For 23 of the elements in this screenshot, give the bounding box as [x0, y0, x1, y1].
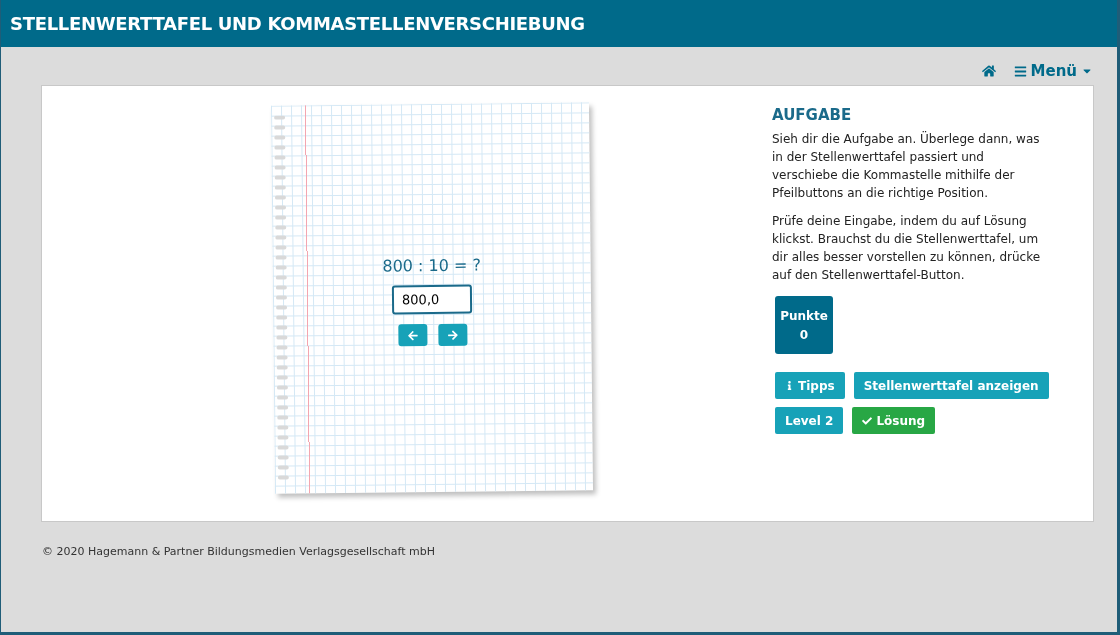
action-button[interactable]: Lösung: [852, 407, 936, 434]
move-right-button[interactable]: [437, 323, 467, 346]
page-title: STELLENWERTTAFEL UND KOMMASTELLENVERSCHIEBUNG: [10, 13, 585, 34]
score-label: Punkte: [780, 308, 828, 323]
arrow-right-icon: [446, 329, 458, 341]
check-icon: [862, 415, 873, 426]
action-button[interactable]: Level 2: [775, 407, 844, 434]
equation: 800 : 10 = ?: [382, 255, 481, 276]
menu-icon: [1013, 64, 1027, 78]
action-button[interactable]: Tipps: [775, 372, 845, 399]
arrow-left-icon: [406, 329, 418, 341]
home-button[interactable]: [981, 64, 996, 78]
task-text: Prüfe deine Eingabe, indem du auf Lösung klickst. Brauchst du die Stellenwerttafel, um dir alles besser vorstellen zu können, drücke auf den Stellenwerttafel-Button.: [772, 213, 1042, 284]
answer-field[interactable]: 800,0: [391, 284, 473, 315]
action-button[interactable]: Stellenwerttafel anzeigen: [853, 372, 1049, 399]
info-icon: [785, 381, 794, 390]
home-icon: [981, 64, 996, 78]
task-heading: AUFGABE: [772, 106, 853, 124]
copyright-text: © 2020 Hagemann & Partner Bildungsmedien Verlagsgesellschaft mbH: [41, 544, 437, 558]
score-value: 0: [799, 327, 809, 342]
menu-button[interactable]: Menü: [1013, 62, 1093, 80]
task-text: Sieh dir die Aufgabe an. Überlege dann, was in der Stellenwerttafel passiert und verschiebe die Kommastelle mithilfe der Pfeilbuttons an die richtige Position.: [772, 130, 1041, 202]
move-left-button[interactable]: [397, 324, 427, 347]
